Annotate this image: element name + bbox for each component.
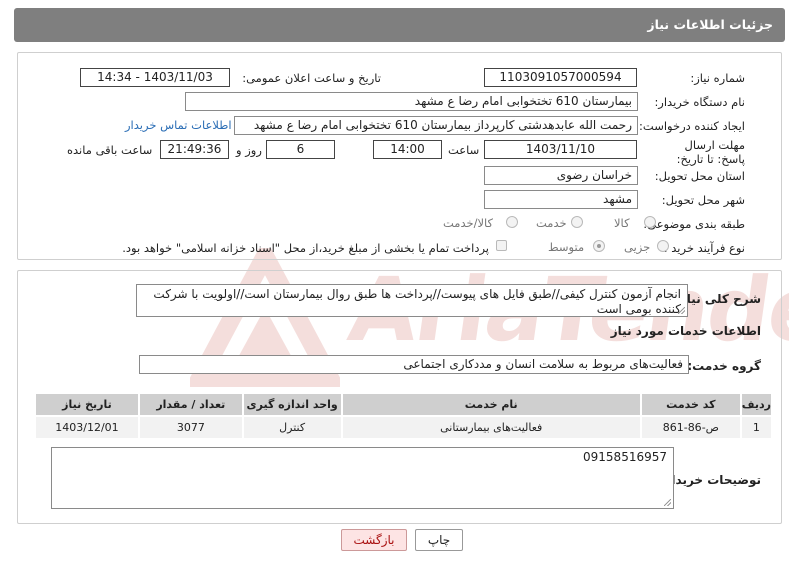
print-button[interactable]: چاپ: [415, 529, 463, 551]
resize-handle-icon[interactable]: [678, 307, 685, 314]
remaining-label: ساعت باقی مانده: [67, 143, 153, 157]
category-option-goods-service: کالا/خدمت: [443, 216, 494, 230]
category-radio-goods-service[interactable]: [506, 216, 518, 228]
deadline-date-field[interactable]: 1403/11/10: [484, 140, 637, 159]
creator-label: ایجاد کننده درخواست:: [639, 119, 745, 133]
page-title: جزئیات اطلاعات نیاز: [647, 17, 773, 32]
category-option-service: خدمت: [536, 216, 567, 230]
deadline-label: مهلت ارسال پاسخ: تا تاریخ:: [676, 138, 745, 166]
cell-need-date: 1403/12/01: [34, 415, 140, 440]
announce-label: تاریخ و ساعت اعلان عمومی:: [242, 71, 381, 85]
province-field[interactable]: خراسان رضوی: [484, 166, 638, 185]
need-number-field[interactable]: 1103091057000594: [484, 68, 637, 87]
service-group-field[interactable]: فعالیت‌های مربوط به سلامت انسان و مددکار…: [139, 355, 689, 374]
process-option-minor: جزیی: [624, 240, 651, 254]
summary-textarea[interactable]: انجام آزمون کنترل کیفی//طبق فایل های پیو…: [136, 284, 688, 317]
service-group-label: گروه خدمت:: [687, 359, 761, 373]
col-need-date: تاریخ نیاز: [34, 392, 140, 417]
cell-quantity: 3077: [137, 415, 244, 440]
col-row-number: ردیف: [739, 392, 774, 417]
buyer-notes-textarea[interactable]: 09158516957: [51, 447, 674, 509]
province-label: استان محل تحویل:: [654, 169, 745, 183]
treasury-payment-note: پرداخت تمام یا بخشی از مبلغ خرید،از محل …: [122, 241, 489, 255]
creator-field[interactable]: رحمت الله عابدهدشتی کارپرداز بیمارستان 6…: [234, 116, 638, 135]
category-label: طبقه بندی موضوعی:: [643, 217, 745, 231]
table-row: 1 ص-86-861 فعالیت‌های بیمارستانی کنترل 3…: [34, 415, 774, 440]
category-radio-goods[interactable]: [644, 216, 656, 228]
cell-service-name: فعالیت‌های بیمارستانی: [340, 415, 642, 440]
services-table-header: ردیف کد خدمت نام خدمت واحد اندازه گیری ت…: [34, 392, 774, 417]
category-radio-service[interactable]: [571, 216, 583, 228]
services-section-title: اطلاعات خدمات مورد نیاز: [610, 324, 761, 338]
process-label: نوع فرآیند خرید :: [663, 241, 745, 255]
back-button[interactable]: بازگشت: [341, 529, 407, 551]
col-service-code: کد خدمت: [639, 392, 742, 417]
remaining-time-field[interactable]: 21:49:36: [160, 140, 229, 159]
treasury-payment-checkbox[interactable]: [496, 240, 507, 251]
remaining-days-field[interactable]: 6: [266, 140, 335, 159]
cell-service-code: ص-86-861: [639, 415, 742, 440]
announce-datetime-field[interactable]: 1403/11/03 - 14:34: [80, 68, 230, 87]
cell-unit: کنترل: [241, 415, 343, 440]
col-unit: واحد اندازه گیری: [241, 392, 343, 417]
summary-text: انجام آزمون کنترل کیفی//طبق فایل های پیو…: [153, 287, 681, 316]
city-label: شهر محل تحویل:: [661, 193, 745, 207]
process-option-medium: متوسط: [548, 240, 585, 254]
buyer-notes-label: توضیحات خریدار:: [659, 473, 761, 487]
deadline-time-label: ساعت: [448, 143, 480, 157]
buyer-notes-text: 09158516957: [583, 450, 667, 464]
process-radio-minor[interactable]: [657, 240, 669, 252]
resize-handle-icon[interactable]: [664, 499, 671, 506]
col-service-name: نام خدمت: [340, 392, 642, 417]
need-number-label: شماره نیاز:: [690, 71, 745, 85]
cell-row-number: 1: [739, 415, 774, 440]
col-quantity: تعداد / مقدار: [137, 392, 244, 417]
page-header: جزئیات اطلاعات نیاز: [14, 8, 785, 42]
process-radio-medium[interactable]: [593, 240, 605, 252]
services-table: ردیف کد خدمت نام خدمت واحد اندازه گیری ت…: [34, 392, 774, 440]
buyer-label: نام دستگاه خریدار:: [654, 95, 745, 109]
buyer-contact-link[interactable]: اطلاعات تماس خریدار: [125, 118, 232, 132]
days-label: روز و: [236, 143, 262, 157]
buyer-field[interactable]: بیمارستان 610 تختخوابی امام رضا ع مشهد: [185, 92, 638, 111]
category-option-goods: کالا: [614, 216, 630, 230]
deadline-time-field[interactable]: 14:00: [373, 140, 442, 159]
city-field[interactable]: مشهد: [484, 190, 638, 209]
